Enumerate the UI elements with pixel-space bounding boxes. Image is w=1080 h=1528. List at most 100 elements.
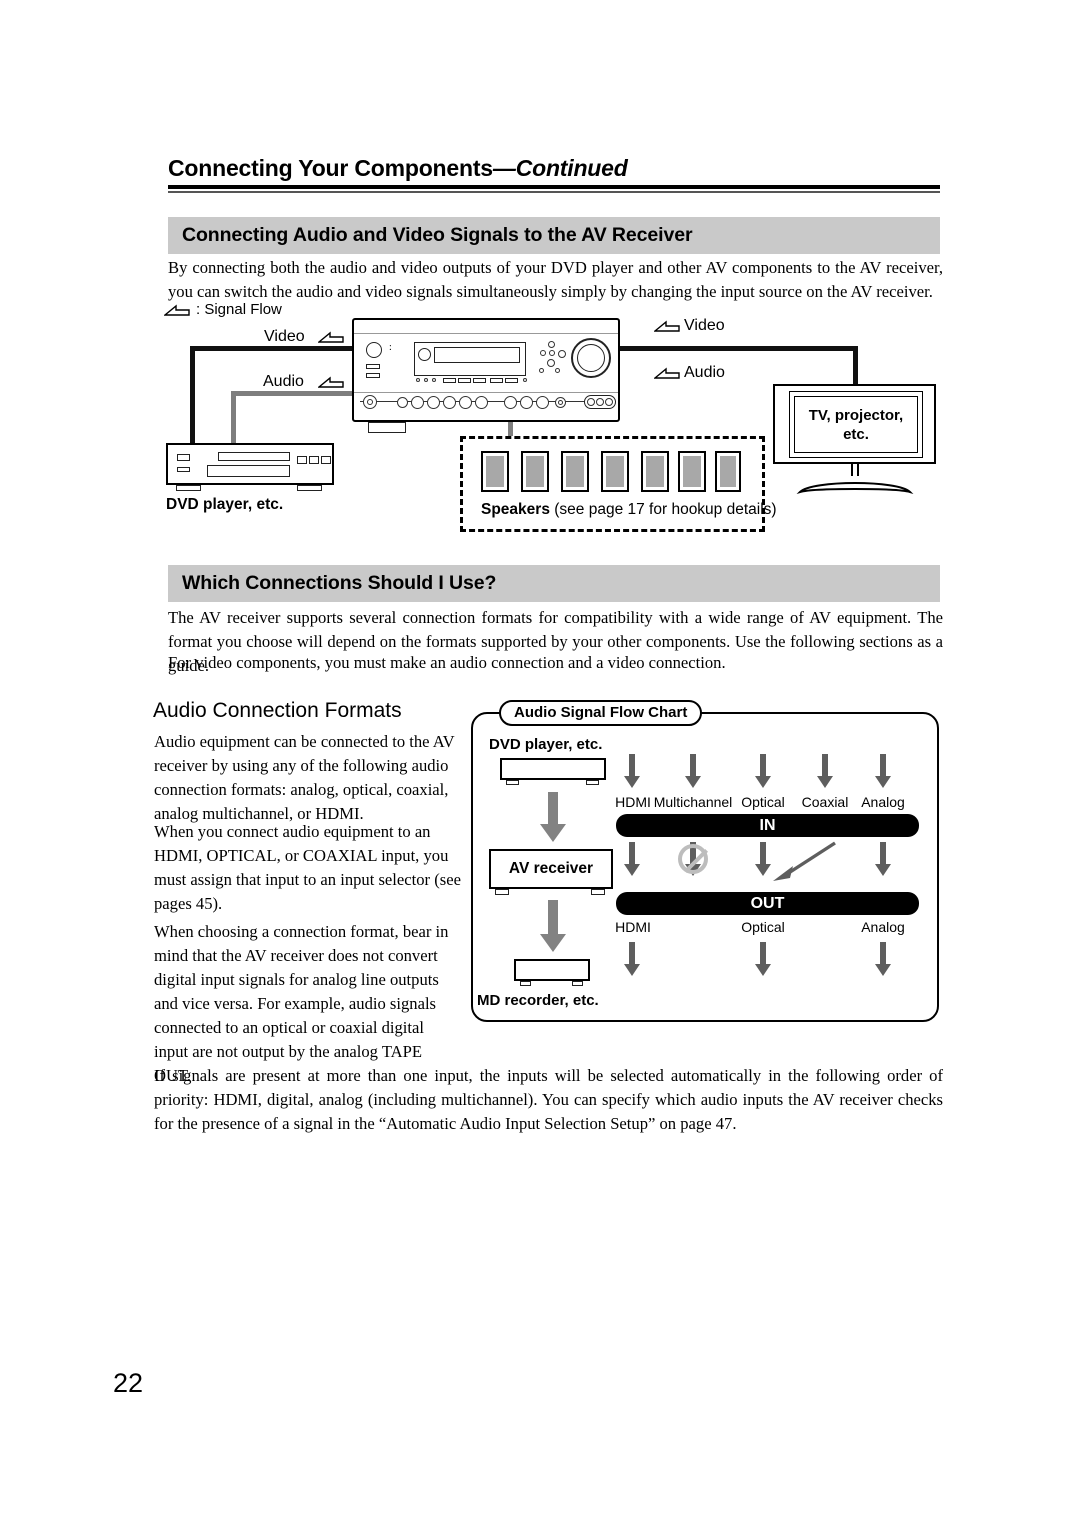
receiver-small-button-5: [505, 378, 518, 383]
flow-arrow-mid-hdmi: [624, 842, 640, 876]
dvd-button-4: [309, 456, 319, 464]
receiver-small-button-4: [490, 378, 503, 383]
receiver-indicator-1: [416, 378, 420, 382]
speaker-2: [521, 451, 549, 492]
audio-input-flow-icon: [318, 376, 344, 388]
speaker-7: [715, 451, 741, 492]
receiver-output-jack-1: [587, 398, 595, 406]
receiver-cluster-dot-3: [549, 350, 555, 356]
manual-page: Connecting Your Components—Continued Con…: [0, 0, 1080, 1528]
page-title: Connecting Your Components—Continued: [168, 155, 940, 182]
receiver-jack-3: [427, 396, 440, 409]
receiver-jack-8: [520, 396, 533, 409]
receiver-output-jack-3: [605, 398, 613, 406]
closing-paragraph: If signals are present at more than one …: [154, 1066, 943, 1133]
tv-unit: TV, projector, etc.: [773, 384, 936, 464]
flow-arrow-in-multichannel: [685, 754, 701, 788]
figure-audio-signal-flow-chart: DVD player, etc. AV receiver MD recorder…: [471, 712, 939, 1022]
flow-input-label-analog: Analog: [861, 794, 905, 810]
flow-receiver-foot-left: [495, 889, 509, 895]
flow-arrow-out-optical: [755, 942, 771, 976]
tv-bezel: TV, projector, etc.: [789, 391, 923, 458]
flow-recorder-label: MD recorder, etc.: [477, 992, 599, 1009]
receiver-cluster-dot-5: [547, 359, 555, 367]
receiver-jack-main-inner: [367, 399, 373, 405]
flow-bar-in: IN: [616, 814, 919, 837]
receiver-cluster-dot-7: [555, 368, 560, 373]
dvd-player-unit: [166, 443, 334, 485]
speaker-5: [641, 451, 669, 492]
receiver-volume-dial-inner: [577, 344, 605, 372]
flow-output-label-hdmi: HDMI: [615, 919, 651, 935]
audio-formats-paragraph-2: When you connect audio equipment to an H…: [154, 822, 461, 913]
receiver-button-1: [366, 364, 380, 369]
speaker-4: [601, 451, 629, 492]
figure-av-connection-diagram: : Signal Flow Video Audio Video Audio: …: [160, 298, 950, 548]
flow-recorder-device: [514, 959, 590, 981]
signal-flow-icon: [164, 304, 190, 316]
dvd-foot-left: [176, 485, 201, 491]
flow-arrow-source-to-receiver: [540, 792, 566, 842]
receiver-cluster-dot-6: [539, 368, 544, 373]
receiver-indicator-3: [432, 378, 436, 382]
header-rule-thin: [168, 191, 940, 193]
dvd-button-3: [297, 456, 307, 464]
flow-arrow-out-hdmi: [624, 942, 640, 976]
receiver-display-screen: [434, 347, 520, 363]
flow-source-foot-right: [586, 780, 599, 785]
flow-arrow-in-coaxial: [817, 754, 833, 788]
receiver-led-dots: :: [389, 342, 392, 353]
flow-bar-out: OUT: [616, 892, 919, 915]
speaker-3: [561, 451, 589, 492]
receiver-button-2: [366, 373, 380, 378]
receiver-power-knob: [366, 342, 382, 358]
receiver-jack-9: [536, 396, 549, 409]
receiver-cluster-dot-2: [540, 350, 546, 356]
header-rule-thick: [168, 185, 940, 189]
receiver-jack-6: [475, 396, 488, 409]
receiver-jack-7: [504, 396, 517, 409]
tv-caption-line1: TV, projector,: [808, 406, 904, 424]
tv-screen: TV, projector, etc.: [794, 396, 918, 453]
wire-video-out-vertical: [853, 346, 858, 384]
running-head: Connecting Your Components—Continued: [168, 155, 940, 193]
dvd-button-5: [321, 456, 331, 464]
flow-chart-title-badge: Audio Signal Flow Chart: [499, 700, 703, 726]
receiver-indicator-2: [424, 378, 428, 382]
tv-stand-base: [799, 482, 911, 493]
signal-flow-legend-label: : Signal Flow: [196, 301, 282, 318]
receiver-foot-left: [368, 422, 406, 433]
receiver-small-button-2: [458, 378, 471, 383]
flow-source-device: [500, 758, 606, 780]
wire-audio-in-horizontal: [231, 391, 365, 396]
receiver-jack-1: [397, 397, 408, 408]
speaker-6: [678, 451, 706, 492]
flow-input-label-coaxial: Coaxial: [801, 794, 849, 810]
flow-recorder-foot-right: [572, 981, 583, 986]
flow-input-label-optical: Optical: [741, 794, 785, 810]
audio-output-flow-icon: [654, 367, 680, 379]
flow-input-label-hdmi: HDMI: [615, 794, 651, 810]
label-audio-input: Audio: [263, 373, 304, 390]
section-heading-text: Connecting Audio and Video Signals to th…: [182, 224, 693, 246]
flow-bar-out-label: OUT: [750, 894, 785, 912]
flow-output-label-optical: Optical: [741, 919, 785, 935]
flow-arrow-mid-analog: [875, 842, 891, 876]
video-output-flow-icon: [654, 320, 680, 332]
flow-recorder-foot-left: [520, 981, 531, 986]
flow-chart-title-text: Audio Signal Flow Chart: [514, 704, 688, 721]
section-body-connecting-av: By connecting both the audio and video o…: [168, 258, 943, 301]
speakers-group: Speakers (see page 17 for hookup details…: [460, 436, 777, 532]
receiver-jack-2: [411, 396, 424, 409]
dvd-player-caption: DVD player, etc.: [166, 496, 284, 513]
speaker-1: [481, 451, 509, 492]
running-head-main: Connecting Your Components: [168, 155, 493, 181]
dvd-foot-right: [297, 485, 322, 491]
receiver-small-button-1: [443, 378, 456, 383]
running-head-continued: —Continued: [492, 155, 628, 181]
video-input-flow-icon: [318, 331, 344, 343]
flow-arrow-coaxial-to-optical: [773, 841, 836, 881]
flow-arrow-receiver-to-recorder: [540, 900, 566, 952]
receiver-indicator-4: [523, 378, 527, 382]
flow-receiver-device: AV receiver: [489, 849, 613, 889]
